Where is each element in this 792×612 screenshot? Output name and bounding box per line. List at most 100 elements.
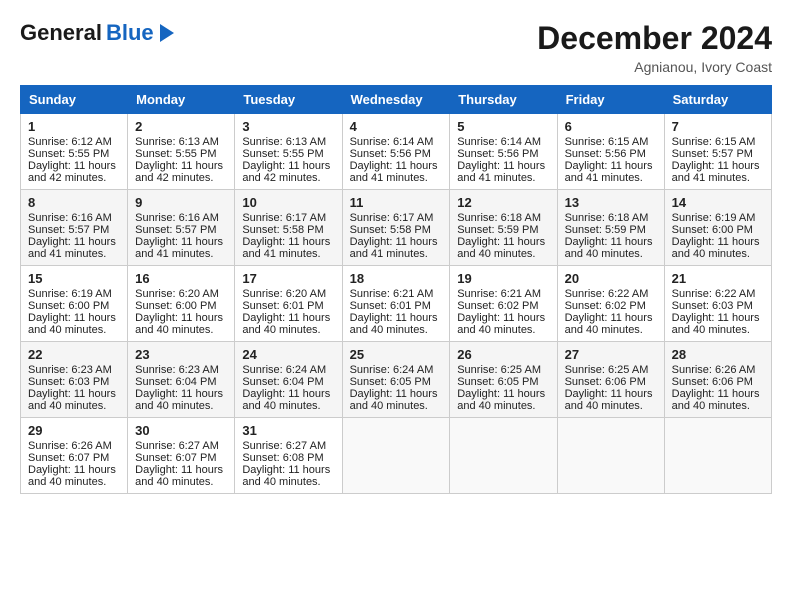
calendar-week-row: 8Sunrise: 6:16 AMSunset: 5:57 PMDaylight… — [21, 190, 772, 266]
sunrise-text: Sunrise: 6:26 AM — [28, 440, 112, 452]
sunrise-text: Sunrise: 6:25 AM — [457, 364, 541, 376]
sunrise-text: Sunrise: 6:27 AM — [242, 440, 326, 452]
sunrise-text: Sunrise: 6:21 AM — [457, 288, 541, 300]
day-number: 20 — [565, 271, 657, 286]
month-title: December 2024 — [537, 20, 772, 57]
calendar-cell: 19Sunrise: 6:21 AMSunset: 6:02 PMDayligh… — [450, 266, 557, 342]
daylight-text: Daylight: 11 hours and 41 minutes. — [672, 160, 760, 184]
calendar-cell: 27Sunrise: 6:25 AMSunset: 6:06 PMDayligh… — [557, 342, 664, 418]
sunset-text: Sunset: 6:03 PM — [28, 376, 109, 388]
daylight-text: Daylight: 11 hours and 42 minutes. — [28, 160, 116, 184]
sunset-text: Sunset: 6:03 PM — [672, 300, 753, 312]
calendar-cell — [342, 418, 450, 494]
day-number: 27 — [565, 347, 657, 362]
calendar-cell: 20Sunrise: 6:22 AMSunset: 6:02 PMDayligh… — [557, 266, 664, 342]
calendar-day-header: Monday — [128, 86, 235, 114]
sunrise-text: Sunrise: 6:25 AM — [565, 364, 649, 376]
calendar-day-header: Friday — [557, 86, 664, 114]
calendar-cell: 22Sunrise: 6:23 AMSunset: 6:03 PMDayligh… — [21, 342, 128, 418]
calendar-cell: 17 Sunrise: 6:20 AMSunset: 6:01 PMDayligh… — [235, 266, 342, 342]
day-number: 23 — [135, 347, 227, 362]
daylight-text: Daylight: 11 hours and 42 minutes. — [135, 160, 223, 184]
daylight-text: Daylight: 11 hours and 40 minutes. — [28, 464, 116, 488]
day-number: 26 — [457, 347, 549, 362]
sunset-text: Sunset: 6:02 PM — [457, 300, 538, 312]
sunset-text: Sunset: 6:00 PM — [28, 300, 109, 312]
logo-triangle-icon — [160, 24, 174, 42]
day-number: 7 — [672, 119, 764, 134]
calendar-cell: 2Sunrise: 6:13 AMSunset: 5:55 PMDaylight… — [128, 114, 235, 190]
calendar-cell: 29Sunrise: 6:26 AMSunset: 6:07 PMDayligh… — [21, 418, 128, 494]
day-number: 10 — [242, 195, 334, 210]
sunrise-text: Sunrise: 6:20 AM — [135, 288, 219, 300]
sunrise-text: Sunrise: 6:23 AM — [28, 364, 112, 376]
day-number: 11 — [350, 195, 443, 210]
daylight-text: Daylight: 11 hours and 40 minutes. — [135, 388, 223, 412]
sunrise-text: Sunrise: 6:23 AM — [135, 364, 219, 376]
daylight-text: Daylight: 11 hours and 40 minutes. — [242, 388, 330, 412]
day-number: 28 — [672, 347, 764, 362]
day-number: 15 — [28, 271, 120, 286]
sunset-text: Sunset: 5:56 PM — [457, 148, 538, 160]
calendar-cell: 23 Sunrise: 6:23 AMSunset: 6:04 PMDayligh… — [128, 342, 235, 418]
day-number: 3 — [242, 119, 334, 134]
day-number: 19 — [457, 271, 549, 286]
sunrise-text: Sunrise: 6:24 AM — [242, 364, 326, 376]
daylight-text: Daylight: 11 hours and 41 minutes. — [28, 236, 116, 260]
sunset-text: Sunset: 5:57 PM — [672, 148, 753, 160]
sunrise-text: Sunrise: 6:17 AM — [242, 212, 326, 224]
day-number: 24 — [242, 347, 334, 362]
sunrise-text: Sunrise: 6:27 AM — [135, 440, 219, 452]
daylight-text: Daylight: 11 hours and 40 minutes. — [672, 388, 760, 412]
sunrise-text: Sunrise: 6:19 AM — [28, 288, 112, 300]
calendar-week-row: 29Sunrise: 6:26 AMSunset: 6:07 PMDayligh… — [21, 418, 772, 494]
daylight-text: Daylight: 11 hours and 40 minutes. — [457, 388, 545, 412]
sunset-text: Sunset: 6:06 PM — [672, 376, 753, 388]
sunrise-text: Sunrise: 6:14 AM — [350, 136, 434, 148]
sunset-text: Sunset: 5:59 PM — [565, 224, 646, 236]
calendar-table: SundayMondayTuesdayWednesdayThursdayFrid… — [20, 85, 772, 494]
daylight-text: Daylight: 11 hours and 40 minutes. — [28, 388, 116, 412]
calendar-cell: 13Sunrise: 6:18 AMSunset: 5:59 PMDayligh… — [557, 190, 664, 266]
sunset-text: Sunset: 6:01 PM — [350, 300, 431, 312]
location: Agnianou, Ivory Coast — [537, 59, 772, 75]
daylight-text: Daylight: 11 hours and 40 minutes. — [28, 312, 116, 336]
daylight-text: Daylight: 11 hours and 40 minutes. — [672, 312, 760, 336]
daylight-text: Daylight: 11 hours and 40 minutes. — [242, 312, 330, 336]
calendar-cell: 25Sunrise: 6:24 AMSunset: 6:05 PMDayligh… — [342, 342, 450, 418]
daylight-text: Daylight: 11 hours and 40 minutes. — [565, 312, 653, 336]
sunrise-text: Sunrise: 6:18 AM — [565, 212, 649, 224]
sunset-text: Sunset: 5:57 PM — [135, 224, 216, 236]
sunrise-text: Sunrise: 6:20 AM — [242, 288, 326, 300]
sunset-text: Sunset: 6:07 PM — [135, 452, 216, 464]
sunrise-text: Sunrise: 6:26 AM — [672, 364, 756, 376]
calendar-cell: 16Sunrise: 6:20 AMSunset: 6:00 PMDayligh… — [128, 266, 235, 342]
sunrise-text: Sunrise: 6:22 AM — [672, 288, 756, 300]
sunrise-text: Sunrise: 6:14 AM — [457, 136, 541, 148]
day-number: 13 — [565, 195, 657, 210]
calendar-cell: 8Sunrise: 6:16 AMSunset: 5:57 PMDaylight… — [21, 190, 128, 266]
calendar-cell: 21Sunrise: 6:22 AMSunset: 6:03 PMDayligh… — [664, 266, 771, 342]
logo-blue: Blue — [106, 20, 154, 46]
sunrise-text: Sunrise: 6:18 AM — [457, 212, 541, 224]
sunset-text: Sunset: 5:56 PM — [350, 148, 431, 160]
day-number: 5 — [457, 119, 549, 134]
page-header: General Blue December 2024 Agnianou, Ivo… — [20, 20, 772, 75]
daylight-text: Daylight: 11 hours and 40 minutes. — [457, 236, 545, 260]
sunset-text: Sunset: 6:01 PM — [242, 300, 323, 312]
sunset-text: Sunset: 6:04 PM — [135, 376, 216, 388]
calendar-cell: 9Sunrise: 6:16 AMSunset: 5:57 PMDaylight… — [128, 190, 235, 266]
sunset-text: Sunset: 5:55 PM — [242, 148, 323, 160]
logo: General Blue — [20, 20, 174, 46]
sunrise-text: Sunrise: 6:21 AM — [350, 288, 434, 300]
calendar-cell: 18Sunrise: 6:21 AMSunset: 6:01 PMDayligh… — [342, 266, 450, 342]
day-number: 25 — [350, 347, 443, 362]
daylight-text: Daylight: 11 hours and 40 minutes. — [135, 464, 223, 488]
sunrise-text: Sunrise: 6:13 AM — [135, 136, 219, 148]
calendar-cell: 15 Sunrise: 6:19 AMSunset: 6:00 PMDayligh… — [21, 266, 128, 342]
day-number: 31 — [242, 423, 334, 438]
sunrise-text: Sunrise: 6:17 AM — [350, 212, 434, 224]
day-number: 17 — [242, 271, 334, 286]
calendar-day-header: Thursday — [450, 86, 557, 114]
daylight-text: Daylight: 11 hours and 40 minutes. — [350, 312, 438, 336]
